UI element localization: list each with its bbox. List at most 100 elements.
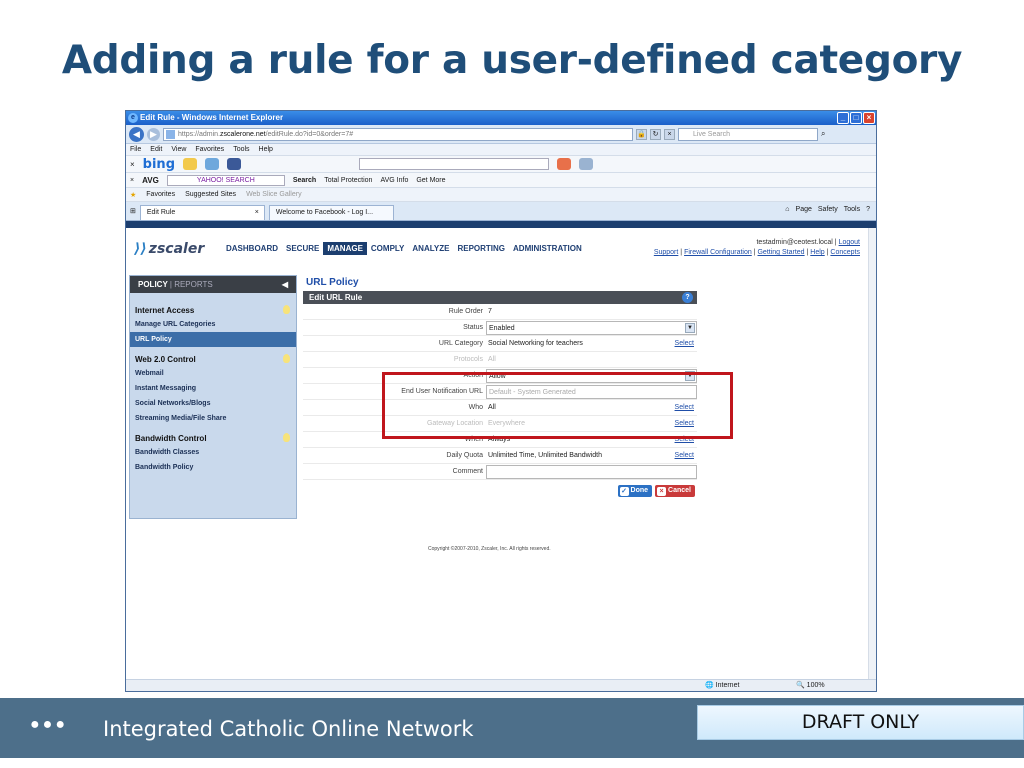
field-label: Rule Order [448, 308, 483, 315]
concepts-link[interactable]: Concepts [830, 249, 860, 256]
menu-tools[interactable]: Tools [233, 144, 249, 155]
sidebar-item-streaming-media[interactable]: Streaming Media/File Share [130, 411, 296, 426]
menu-view[interactable]: View [171, 144, 186, 155]
field-label: Status [463, 324, 483, 331]
zoom-level[interactable]: 🔍 100% [796, 680, 825, 691]
back-button[interactable]: ◀ [129, 126, 144, 142]
close-icon[interactable]: × [863, 112, 875, 124]
browser-window: e Edit Rule - Windows Internet Explorer … [125, 110, 877, 692]
nav-manage[interactable]: MANAGE [323, 242, 367, 255]
user-area: testadmin@ceotest.local | Logout Support… [653, 239, 860, 256]
ie-logo-icon: e [128, 113, 138, 123]
sidebar-item-url-policy[interactable]: URL Policy [130, 332, 296, 347]
protocols-value[interactable]: All [486, 353, 697, 367]
live-search-input[interactable]: Live Search [678, 127, 818, 141]
status-select[interactable]: Enabled ▼ [486, 320, 697, 335]
cancel-button[interactable]: × Cancel [655, 485, 695, 497]
nav-secure[interactable]: SECURE [282, 242, 323, 255]
zscaler-logo: ⟩⟩ zscaler [134, 241, 204, 257]
highlight-box [382, 372, 733, 439]
logout-link[interactable]: Logout [839, 239, 860, 246]
vertical-scrollbar[interactable] [868, 228, 876, 691]
daily-quota-select-link[interactable]: Select [675, 449, 694, 462]
search-icon[interactable]: ⌕ [821, 129, 825, 139]
getting-started-link[interactable]: Getting Started [757, 249, 804, 256]
comment-input[interactable] [486, 464, 697, 479]
chevron-down-icon[interactable]: ▼ [685, 322, 695, 333]
page-title: URL Policy [306, 277, 359, 288]
done-label: Done [630, 487, 649, 494]
facebook-icon[interactable] [227, 158, 241, 170]
address-bar: ◀ ▶ https://admin.zscalerone.net/editRul… [126, 125, 876, 144]
done-button[interactable]: ✓ Done [617, 485, 653, 497]
favorites-button[interactable]: Favorites [146, 191, 175, 198]
sidebar-item-webmail[interactable]: Webmail [130, 366, 296, 381]
sidebar-item-bandwidth-policy[interactable]: Bandwidth Policy [130, 460, 296, 475]
zscaler-swoosh-icon: ⟩⟩ [134, 241, 147, 257]
forward-button[interactable]: ▶ [147, 127, 160, 141]
nav-administration[interactable]: ADMINISTRATION [509, 242, 586, 255]
footer-dots-icon: ●●● [30, 716, 68, 733]
quick-tabs-icon[interactable]: ⊞ [130, 207, 136, 215]
url-path: /editRule.do?id=0&order=7# [265, 130, 354, 138]
safety-menu[interactable]: Safety [818, 206, 838, 213]
page-menu[interactable]: Page [796, 206, 812, 213]
yahoo-search-input[interactable]: YAHOO! SEARCH [166, 174, 285, 186]
toolbar-icon[interactable] [205, 158, 219, 170]
stop-icon[interactable]: × [664, 128, 675, 140]
sidebar-item-bandwidth-classes[interactable]: Bandwidth Classes [130, 445, 296, 460]
favorites-star-icon[interactable]: ★ [130, 191, 136, 199]
menu-file[interactable]: File [130, 144, 141, 155]
help-link[interactable]: Help [810, 249, 824, 256]
avg-search-button[interactable]: Search [293, 177, 316, 184]
nav-reporting[interactable]: REPORTING [453, 242, 509, 255]
url-input[interactable]: https://admin.zscalerone.net/editRule.do… [163, 127, 633, 141]
bing-search-icon[interactable] [557, 158, 571, 170]
sidebar-item-instant-messaging[interactable]: Instant Messaging [130, 381, 296, 396]
home-icon[interactable]: ⌂ [785, 206, 789, 213]
sidebar-item-social-networks[interactable]: Social Networks/Blogs [130, 396, 296, 411]
url-host: zscalerone.net [220, 130, 266, 138]
policy-tab[interactable]: POLICY [138, 280, 168, 289]
suggested-sites-link[interactable]: Suggested Sites [185, 191, 236, 198]
tools-menu[interactable]: Tools [844, 206, 860, 213]
collapse-arrow-icon[interactable]: ◀ [282, 276, 288, 293]
tab-edit-rule[interactable]: Edit Rule × [139, 205, 265, 220]
lock-icon[interactable]: 🔒 [636, 128, 647, 140]
close-toolbar-icon[interactable]: × [130, 160, 135, 169]
maximize-icon[interactable]: □ [850, 112, 862, 124]
rule-order-value: 7 [488, 307, 492, 315]
nav-comply[interactable]: COMPLY [367, 242, 409, 255]
url-category-select-link[interactable]: Select [675, 337, 694, 350]
tab-facebook[interactable]: Welcome to Facebook - Log I... [268, 205, 394, 220]
minimize-icon[interactable]: _ [837, 112, 849, 124]
web-slice-gallery-link[interactable]: Web Slice Gallery [246, 191, 302, 198]
avg-get-more[interactable]: Get More [416, 177, 445, 184]
avg-logo: AVG [142, 175, 159, 185]
reports-tab[interactable]: REPORTS [174, 280, 213, 289]
avg-total-protection[interactable]: Total Protection [324, 177, 372, 184]
menu-edit[interactable]: Edit [150, 144, 162, 155]
window-controls: _ □ × [837, 112, 875, 124]
close-tab-icon[interactable]: × [255, 206, 259, 220]
help-icon[interactable]: ? [682, 292, 693, 303]
menu-favorites[interactable]: Favorites [195, 144, 224, 155]
form-title: Edit URL Rule [309, 293, 363, 302]
close-toolbar-icon[interactable]: × [130, 177, 134, 184]
sidebar-item-manage-url-categories[interactable]: Manage URL Categories [130, 317, 296, 332]
nav-dashboard[interactable]: DASHBOARD [222, 242, 282, 255]
row-comment: Comment [303, 464, 697, 480]
firewall-config-link[interactable]: Firewall Configuration [684, 249, 752, 256]
support-link[interactable]: Support [654, 249, 679, 256]
menu-help[interactable]: Help [259, 144, 273, 155]
like-icon[interactable] [579, 158, 593, 170]
copyright: Copyright ©2007-2010, Zscaler, Inc. All … [428, 546, 551, 552]
bing-search-input[interactable] [359, 158, 549, 170]
left-panel-header: POLICY | REPORTS ◀ [130, 276, 296, 293]
refresh-icon[interactable]: ↻ [650, 128, 661, 140]
help-icon[interactable]: ? [866, 206, 870, 213]
nav-analyze[interactable]: ANALYZE [408, 242, 453, 255]
avg-info[interactable]: AVG Info [380, 177, 408, 184]
toolbar-icon[interactable] [183, 158, 197, 170]
section-web20-control: Web 2.0 Control [130, 353, 296, 366]
